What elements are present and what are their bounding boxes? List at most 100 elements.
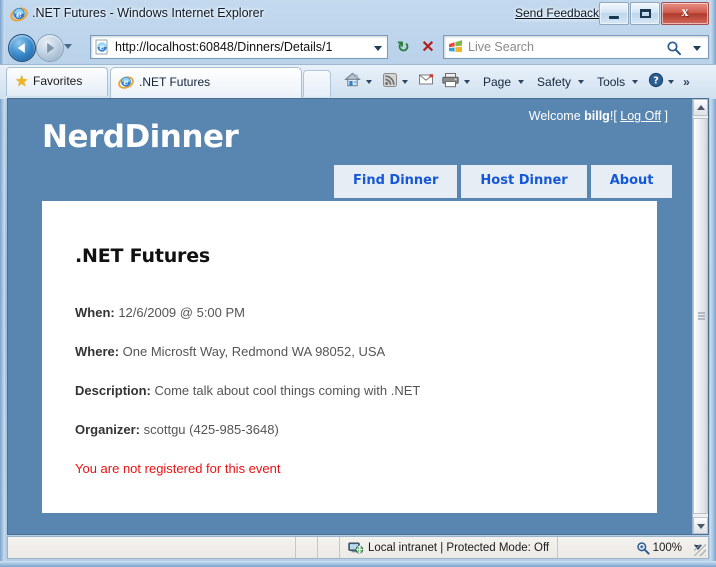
- dinner-description-row: Description: Come talk about cool things…: [75, 383, 420, 398]
- address-input[interactable]: http://localhost:60848/Dinners/Details/1: [115, 39, 333, 56]
- svg-text:e: e: [123, 77, 128, 87]
- rss-feed-icon: [382, 72, 398, 93]
- tools-menu-label: Tools: [597, 75, 626, 89]
- zoom-level-label: 100%: [652, 541, 682, 554]
- window-controls: x: [598, 2, 709, 25]
- command-bar: Page Safety Tools ? »: [340, 67, 690, 97]
- forward-button[interactable]: [36, 34, 64, 62]
- command-overflow-icon[interactable]: »: [683, 75, 690, 89]
- minimize-icon: [609, 16, 619, 19]
- logoff-bracket-close: ]: [661, 109, 668, 123]
- security-zone-label: Local intranet | Protected Mode: Off: [368, 541, 550, 554]
- nav-tab-about[interactable]: About: [590, 165, 673, 198]
- when-value: 12/6/2009 @ 5:00 PM: [114, 305, 245, 320]
- window-title: .NET Futures - Windows Internet Explorer: [32, 6, 264, 20]
- status-spacer-2: [318, 537, 340, 558]
- scroll-up-button[interactable]: [693, 99, 708, 116]
- ie-window: e .NET Futures - Windows Internet Explor…: [0, 0, 716, 567]
- grip-icon: [698, 312, 705, 320]
- tab-bar: ★ Favorites e .NET Futures Page Safety T…: [0, 64, 716, 99]
- search-icon[interactable]: [666, 40, 682, 56]
- star-icon: ★: [15, 73, 29, 90]
- organizer-value: scottgu (425-985-3648): [140, 422, 279, 437]
- nav-tab-label: Host Dinner: [480, 173, 568, 188]
- arrow-left-icon: [17, 43, 25, 53]
- help-question-icon: ?: [648, 72, 664, 93]
- nerddinner-page: Welcome billg![ Log Off ] NerdDinner Fin…: [8, 99, 694, 534]
- nav-tab-host-dinner[interactable]: Host Dinner: [461, 165, 587, 198]
- feeds-chevron-down-icon[interactable]: [402, 80, 408, 84]
- status-message-cell: [8, 537, 296, 558]
- arrow-up-icon: [696, 104, 705, 110]
- refresh-button[interactable]: ↻: [389, 35, 415, 59]
- window-bottom-edge: [0, 561, 716, 567]
- security-zone[interactable]: Local intranet | Protected Mode: Off: [340, 537, 559, 558]
- where-value: One Microsft Way, Redmond WA 98052, USA: [119, 344, 386, 359]
- organizer-label: Organizer:: [75, 422, 141, 437]
- tools-chevron-down-icon[interactable]: [632, 80, 639, 84]
- search-box[interactable]: Live Search: [443, 35, 709, 59]
- maximize-icon: [640, 9, 651, 18]
- page-chevron-down-icon[interactable]: [518, 80, 525, 84]
- dinner-details-panel: .NET Futures When: 12/6/2009 @ 5:00 PM W…: [42, 201, 657, 513]
- stop-button[interactable]: ✕: [415, 35, 441, 59]
- tab-internet-explorer-icon: e: [118, 74, 134, 90]
- description-value: Come talk about cool things coming with …: [150, 383, 421, 398]
- recent-pages-chevron-down-icon[interactable]: [64, 44, 72, 49]
- nav-tab-find-dinner[interactable]: Find Dinner: [334, 165, 458, 198]
- favorites-button[interactable]: ★ Favorites: [6, 67, 108, 96]
- close-icon: x: [681, 5, 689, 20]
- tools-menu-button[interactable]: Tools: [591, 70, 645, 94]
- nav-tab-label: About: [609, 173, 654, 188]
- close-button[interactable]: x: [661, 2, 709, 25]
- favorites-label: Favorites: [33, 74, 83, 88]
- site-navigation: Find Dinner Host Dinner About: [334, 165, 673, 198]
- print-button[interactable]: [438, 70, 477, 94]
- scroll-down-button[interactable]: [693, 517, 708, 534]
- send-feedback-link[interactable]: Send Feedback: [515, 6, 599, 20]
- scrollbar-thumb[interactable]: [693, 118, 708, 514]
- local-intranet-icon: [348, 541, 364, 555]
- back-button[interactable]: [8, 34, 36, 62]
- help-chevron-down-icon[interactable]: [668, 80, 675, 84]
- arrow-right-icon: [47, 43, 55, 53]
- page-menu-button[interactable]: Page: [477, 70, 531, 94]
- dinner-where-row: Where: One Microsft Way, Redmond WA 9805…: [75, 344, 385, 359]
- minimize-button[interactable]: [599, 2, 629, 25]
- welcome-prefix: Welcome: [528, 109, 585, 123]
- username: billg: [584, 109, 610, 123]
- print-chevron-down-icon[interactable]: [464, 80, 470, 84]
- safety-chevron-down-icon[interactable]: [578, 80, 585, 84]
- browser-tab[interactable]: e .NET Futures: [110, 67, 302, 98]
- address-bar[interactable]: e http://localhost:60848/Dinners/Details…: [90, 35, 388, 59]
- feeds-button[interactable]: [379, 70, 415, 94]
- registration-status: You are not registered for this event: [75, 461, 281, 476]
- page-menu-label: Page: [483, 75, 512, 89]
- home-chevron-down-icon[interactable]: [366, 80, 372, 84]
- dinner-organizer-row: Organizer: scottgu (425-985-3648): [75, 422, 279, 437]
- safety-menu-button[interactable]: Safety: [531, 70, 591, 94]
- description-label: Description:: [75, 383, 151, 398]
- svg-text:e: e: [16, 11, 22, 21]
- safety-menu-label: Safety: [537, 75, 572, 89]
- where-label: Where:: [75, 344, 120, 359]
- log-off-link[interactable]: Log Off: [620, 109, 661, 123]
- close-x-icon: ✕: [421, 39, 435, 56]
- resize-grip-icon[interactable]: [694, 544, 706, 556]
- search-chevron-down-icon[interactable]: [693, 46, 701, 51]
- address-chevron-down-icon[interactable]: [374, 46, 382, 51]
- new-tab-button[interactable]: [303, 70, 331, 97]
- home-icon: [343, 70, 362, 94]
- when-label: When:: [75, 305, 115, 320]
- title-bar: e .NET Futures - Windows Internet Explor…: [0, 0, 716, 29]
- navigation-bar: e http://localhost:60848/Dinners/Details…: [0, 30, 716, 64]
- site-logo[interactable]: NerdDinner: [42, 119, 239, 155]
- read-mail-button[interactable]: [415, 70, 438, 94]
- maximize-button[interactable]: [630, 2, 660, 25]
- help-menu-button[interactable]: ?: [645, 70, 681, 94]
- dinner-title: .NET Futures: [75, 245, 211, 267]
- home-button[interactable]: [340, 70, 379, 94]
- search-input[interactable]: Live Search: [468, 39, 534, 56]
- vertical-scrollbar[interactable]: [692, 99, 708, 534]
- status-spacer-1: [296, 537, 318, 558]
